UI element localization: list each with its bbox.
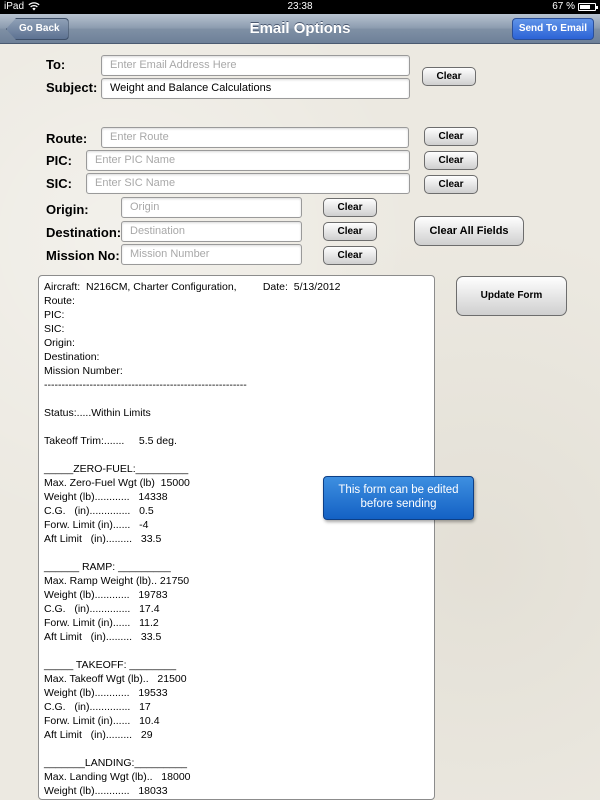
report-line: Max. Landing Wgt (lb).. 18000 <box>44 771 191 783</box>
update-form-button[interactable]: Update Form <box>456 276 567 316</box>
report-line: Max. Takeoff Wgt (lb).. 21500 <box>44 673 187 685</box>
tooltip-line-2: before sending <box>360 498 437 510</box>
report-line: PIC: <box>44 309 65 321</box>
tooltip-line-1: This form can be edited <box>338 484 459 496</box>
report-line <box>44 420 429 434</box>
report-line: Weight (lb)............ 19533 <box>44 687 168 699</box>
report-line: _______LANDING:_________ <box>44 757 188 769</box>
origin-label: Origin: <box>46 202 89 217</box>
report-line: C.G. (in).............. 17 <box>44 701 151 713</box>
pic-input[interactable]: Enter PIC Name <box>86 150 410 171</box>
report-line: Takeoff Trim:....... 5.5 deg. <box>44 435 177 447</box>
mission-number-input[interactable]: Mission Number <box>121 244 302 265</box>
page-title: Email Options <box>249 20 351 37</box>
to-label: To: <box>46 57 66 72</box>
report-line <box>44 546 429 560</box>
report-line: Aircraft: N216CM, Charter Configuration,… <box>44 281 341 293</box>
pic-label: PIC: <box>46 153 72 168</box>
clock: 23:38 <box>287 1 313 12</box>
report-line <box>44 742 429 756</box>
subject-label: Subject: <box>46 80 98 95</box>
email-body-textarea[interactable]: Aircraft: N216CM, Charter Configuration,… <box>38 275 435 800</box>
report-line: ______ RAMP: _________ <box>44 561 171 573</box>
report-line: Weight (lb)............ 18033 <box>44 785 168 797</box>
report-line: Aft Limit (in)......... 33.5 <box>44 533 162 545</box>
route-label: Route: <box>46 131 88 146</box>
clear-to-button[interactable]: Clear <box>422 67 476 86</box>
report-line: Status:.....Within Limits <box>44 407 151 419</box>
report-line: Aft Limit (in)......... 29 <box>44 729 153 741</box>
report-line: Mission Number: <box>44 365 123 377</box>
report-line: SIC: <box>44 323 65 335</box>
destination-label: Destination: <box>46 225 122 240</box>
report-line: Aft Limit (in)......... 33.5 <box>44 631 162 643</box>
mission-label: Mission No: <box>46 248 120 263</box>
subject-input[interactable]: Weight and Balance Calculations <box>101 78 410 99</box>
report-line: Forw. Limit (in)...... -4 <box>44 519 149 531</box>
origin-input[interactable]: Origin <box>121 197 302 218</box>
status-bar: iPad 23:38 67 % <box>0 0 600 14</box>
report-line <box>44 644 429 658</box>
report-line: Forw. Limit (in)...... 11.2 <box>44 617 159 629</box>
sic-input[interactable]: Enter SIC Name <box>86 173 410 194</box>
clear-route-button[interactable]: Clear <box>424 127 478 146</box>
destination-input[interactable]: Destination <box>121 221 302 242</box>
clear-destination-button[interactable]: Clear <box>323 222 377 241</box>
clear-origin-button[interactable]: Clear <box>323 198 377 217</box>
clear-pic-button[interactable]: Clear <box>424 151 478 170</box>
report-line: _____ TAKEOFF: ________ <box>44 659 177 671</box>
report-line: Max. Ramp Weight (lb).. 21750 <box>44 575 190 587</box>
report-line: Weight (lb)............ 19783 <box>44 589 168 601</box>
edit-hint-tooltip: This form can be edited before sending <box>323 476 474 520</box>
report-line: Destination: <box>44 351 100 363</box>
report-line: Origin: <box>44 337 75 349</box>
report-line: Forw. Limit (in)...... 10.4 <box>44 715 160 727</box>
to-email-input[interactable]: Enter Email Address Here <box>101 55 410 76</box>
sic-label: SIC: <box>46 176 72 191</box>
report-line: C.G. (in).............. 17.4 <box>44 603 160 615</box>
route-input[interactable]: Enter Route <box>101 127 409 148</box>
report-line: ----------------------------------------… <box>44 379 247 391</box>
report-line: _____ZERO-FUEL:_________ <box>44 463 189 475</box>
clear-sic-button[interactable]: Clear <box>424 175 478 194</box>
clear-all-fields-button[interactable]: Clear All Fields <box>414 216 524 246</box>
report-line <box>44 392 429 406</box>
nav-bar: Go Back Email Options Send To Email <box>0 14 600 44</box>
battery-icon <box>578 2 598 11</box>
report-line: Route: <box>44 295 75 307</box>
report-line <box>44 448 429 462</box>
send-to-email-button[interactable]: Send To Email <box>511 18 594 40</box>
clear-mission-button[interactable]: Clear <box>323 246 377 265</box>
battery-percent: 67 % <box>552 1 575 12</box>
